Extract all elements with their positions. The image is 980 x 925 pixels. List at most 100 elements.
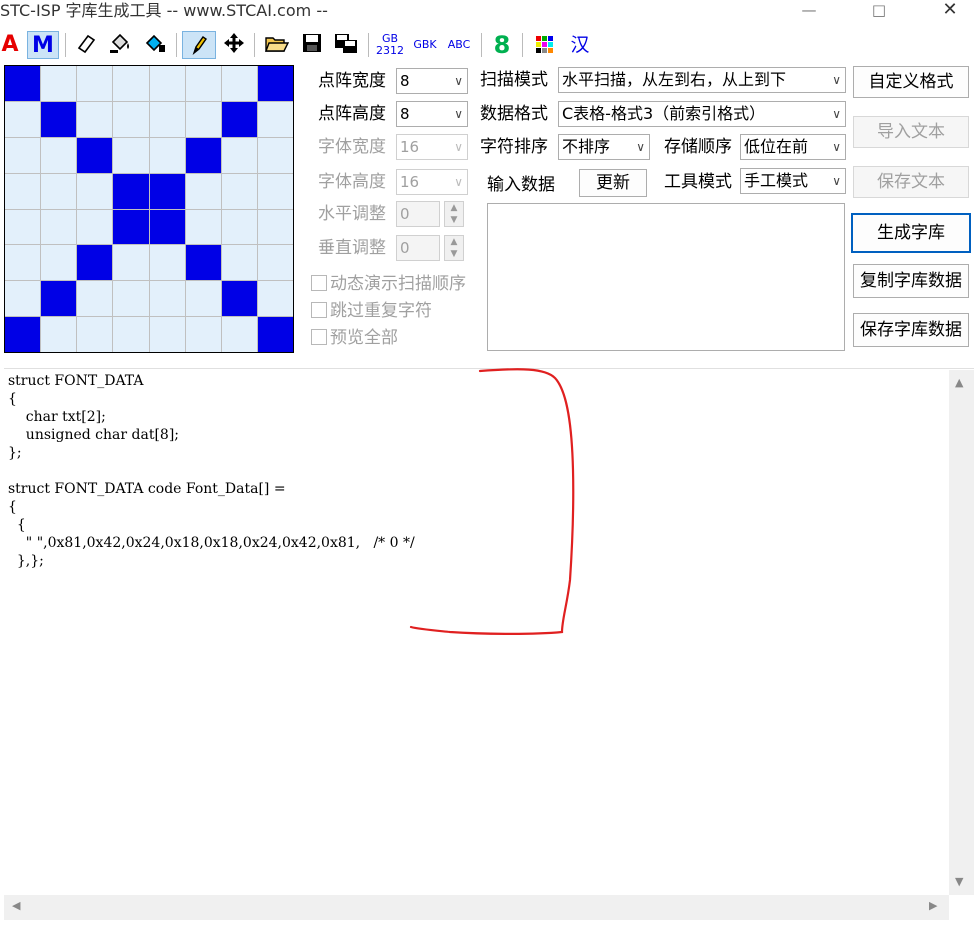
grid-cell[interactable] [221, 245, 257, 281]
dot-width-select[interactable]: 8 ∨ [396, 68, 468, 94]
open-folder-icon[interactable] [262, 31, 292, 59]
grid-cell[interactable] [113, 137, 149, 173]
custom-format-button[interactable]: 自定义格式 [853, 66, 969, 98]
dynamic-scan-checkbox[interactable]: 动态演示扫描顺序 [311, 272, 466, 296]
grid-cell[interactable] [185, 317, 221, 352]
grid-cell[interactable] [149, 281, 185, 317]
grid-cell[interactable] [185, 101, 221, 137]
grid-cell[interactable] [5, 66, 41, 101]
grid-cell[interactable] [221, 173, 257, 209]
save-font-data-button[interactable]: 保存字库数据 [853, 313, 969, 347]
seven-segment-8-button[interactable]: 8 [490, 31, 514, 59]
grid-cell[interactable] [185, 209, 221, 245]
save-text-button[interactable]: 保存文本 [853, 166, 969, 198]
scroll-down-icon[interactable]: ▼ [955, 875, 963, 888]
preview-all-checkbox[interactable]: 预览全部 [311, 326, 398, 350]
h-adjust-spinner[interactable]: ▲ ▼ [444, 201, 464, 227]
grid-cell[interactable] [185, 281, 221, 317]
grid-cell[interactable] [149, 209, 185, 245]
grid-cell[interactable] [185, 66, 221, 101]
grid-cell[interactable] [5, 101, 41, 137]
grid-cell[interactable] [113, 317, 149, 352]
grid-cell[interactable] [257, 317, 293, 352]
grid-cell[interactable] [5, 137, 41, 173]
grid-cell[interactable] [221, 317, 257, 352]
grid-cell[interactable] [5, 209, 41, 245]
input-data-textarea[interactable] [487, 203, 845, 351]
grid-cell[interactable] [221, 101, 257, 137]
grid-cell[interactable] [5, 317, 41, 352]
grid-cell[interactable] [41, 101, 77, 137]
grid-cell[interactable] [185, 173, 221, 209]
scroll-right-icon[interactable]: ▶ [929, 899, 937, 912]
pixel-grid-editor[interactable] [4, 65, 294, 353]
grid-cell[interactable] [257, 66, 293, 101]
grid-cell[interactable] [5, 281, 41, 317]
grid-cell[interactable] [41, 173, 77, 209]
grid-cell[interactable] [149, 317, 185, 352]
grid-cell[interactable] [149, 137, 185, 173]
data-format-select[interactable]: C表格-格式3（前索引格式） ∨ [558, 101, 846, 127]
grid-cell[interactable] [41, 66, 77, 101]
copy-font-data-button[interactable]: 复制字库数据 [853, 264, 969, 298]
grid-cell[interactable] [113, 66, 149, 101]
fill-bucket-icon[interactable] [106, 31, 136, 59]
abc-button[interactable]: ABC [444, 31, 474, 59]
grid-cell[interactable] [77, 209, 113, 245]
grid-cell[interactable] [113, 245, 149, 281]
gbk-button[interactable]: GBK [410, 31, 440, 59]
grid-cell[interactable] [77, 245, 113, 281]
mode-m-button[interactable]: M [27, 31, 59, 59]
grid-cell[interactable] [149, 245, 185, 281]
import-text-button[interactable]: 导入文本 [853, 116, 969, 148]
save-disk-icon[interactable] [298, 31, 326, 59]
grid-cell[interactable] [5, 173, 41, 209]
grid-cell[interactable] [77, 66, 113, 101]
grid-cell[interactable] [257, 101, 293, 137]
pencil-icon[interactable] [182, 31, 216, 59]
grid-cell[interactable] [77, 173, 113, 209]
grid-cell[interactable] [41, 137, 77, 173]
grid-cell[interactable] [77, 281, 113, 317]
grid-cell[interactable] [113, 209, 149, 245]
vertical-scrollbar[interactable]: ▲ ▼ [949, 370, 974, 895]
storage-order-select[interactable]: 低位在前 ∨ [740, 134, 846, 160]
grid-cell[interactable] [41, 317, 77, 352]
grid-cell[interactable] [257, 173, 293, 209]
grid-cell[interactable] [185, 137, 221, 173]
h-adjust-input[interactable]: 0 [396, 201, 440, 227]
eraser-icon[interactable] [72, 31, 100, 59]
close-button[interactable]: ✕ [927, 0, 973, 22]
v-adjust-spinner[interactable]: ▲ ▼ [444, 235, 464, 261]
grid-cell[interactable] [77, 101, 113, 137]
grid-cell[interactable] [221, 281, 257, 317]
grid-cell[interactable] [149, 173, 185, 209]
dot-height-select[interactable]: 8 ∨ [396, 101, 468, 127]
scroll-up-icon[interactable]: ▲ [955, 376, 963, 389]
minimize-button[interactable]: — [786, 0, 832, 22]
grid-cell[interactable] [185, 245, 221, 281]
grid-cell[interactable] [221, 209, 257, 245]
generate-font-button[interactable]: 生成字库 [851, 213, 971, 253]
grid-cell[interactable] [221, 66, 257, 101]
grid-cell[interactable] [149, 66, 185, 101]
grid-cell[interactable] [113, 281, 149, 317]
grid-cell[interactable] [41, 209, 77, 245]
grid-cell[interactable] [5, 245, 41, 281]
tool-mode-select[interactable]: 手工模式 ∨ [740, 168, 846, 194]
grid-cell[interactable] [149, 101, 185, 137]
chinese-char-button[interactable]: 汉 [566, 31, 594, 59]
refresh-button[interactable]: 更新 [579, 169, 647, 197]
color-palette-icon[interactable] [532, 31, 558, 59]
paint-color-icon[interactable] [141, 31, 171, 59]
move-arrows-icon[interactable] [220, 31, 248, 59]
maximize-button[interactable]: □ [856, 0, 902, 22]
char-order-select[interactable]: 不排序 ∨ [558, 134, 650, 160]
grid-cell[interactable] [41, 281, 77, 317]
horizontal-scrollbar[interactable]: ◀ ▶ [4, 895, 949, 920]
gb2312-button[interactable]: GB 2312 [374, 31, 406, 59]
grid-cell[interactable] [41, 245, 77, 281]
grid-cell[interactable] [257, 281, 293, 317]
skip-duplicate-checkbox[interactable]: 跳过重复字符 [311, 299, 432, 323]
grid-cell[interactable] [257, 245, 293, 281]
